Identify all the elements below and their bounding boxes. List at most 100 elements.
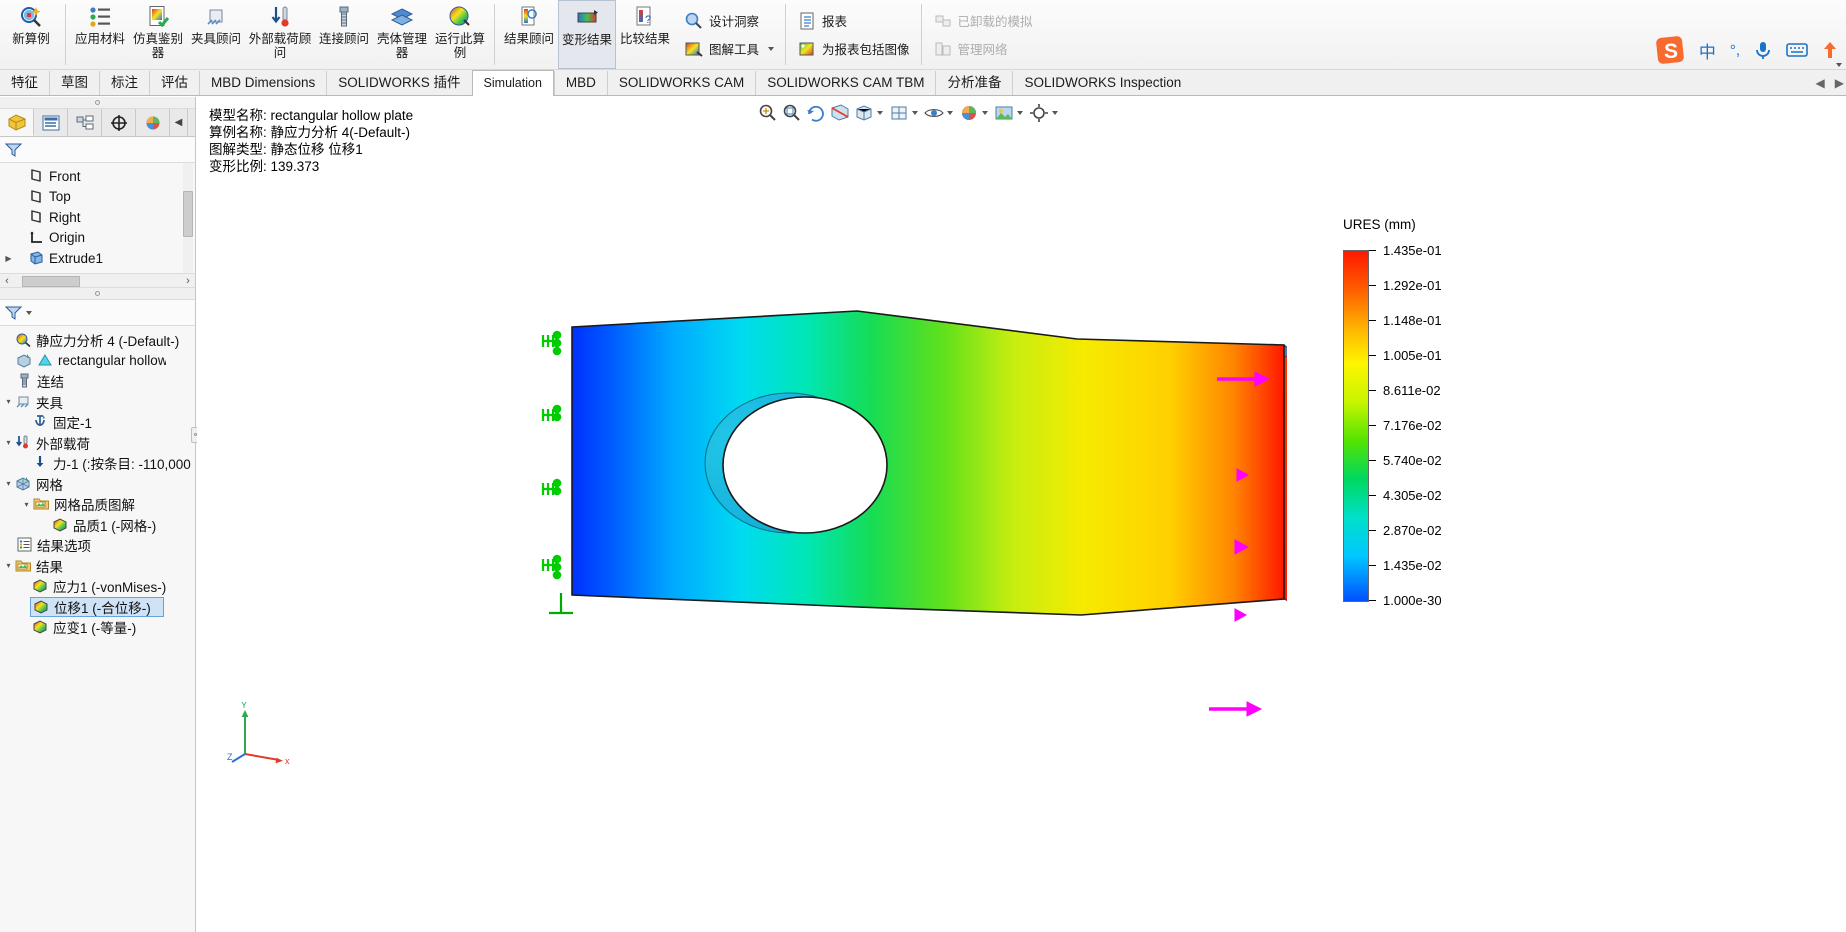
manager-tabs-more[interactable]: ◀ <box>170 109 188 136</box>
tree-item-origin[interactable]: Origin <box>0 228 195 249</box>
manage-network-button[interactable]: 管理网络 <box>927 35 1039 63</box>
include-image-for-report-button[interactable]: 为报表包括图像 <box>791 35 916 63</box>
tab-solidworks-addins[interactable]: SOLIDWORKS 插件 <box>326 71 471 95</box>
tree-item-external-loads[interactable]: ▾ 外部载荷 <box>0 433 195 454</box>
chinese-mode-icon[interactable]: 中 <box>1699 38 1716 63</box>
hide-show-items-icon[interactable] <box>923 102 945 124</box>
zoom-to-area-icon[interactable] <box>781 102 803 124</box>
tab-simulation[interactable]: Simulation <box>472 70 554 96</box>
configuration-manager-tab[interactable] <box>68 109 102 136</box>
twisty-down-icon[interactable]: ▾ <box>20 500 33 509</box>
offloaded-simulation-button[interactable]: 已卸载的模拟 <box>927 7 1039 35</box>
feature-manager-tab[interactable] <box>0 109 34 136</box>
tree-item-right[interactable]: Right <box>0 207 195 228</box>
sogou-logo-icon[interactable]: S <box>1655 35 1685 65</box>
tree-item-mesh-quality-plot-folder[interactable]: ▾ 网格品质图解 <box>0 494 195 515</box>
graphics-area[interactable]: 模型名称: rectangular hollow plate 算例名称: 静应力… <box>197 97 1846 932</box>
feature-filter-row[interactable] <box>0 137 195 163</box>
hscroll-thumb[interactable] <box>22 276 80 287</box>
chevron-down-icon[interactable] <box>912 111 918 115</box>
tree-item-extrude1[interactable]: ▶ Extrude1 <box>0 248 195 269</box>
legend-color-bar[interactable] <box>1343 250 1369 602</box>
tree-item-stress-1[interactable]: 应力1 (-vonMises-) <box>0 576 195 597</box>
chevron-down-icon[interactable] <box>877 111 883 115</box>
feature-tree-hscrollbar[interactable]: ‹ › <box>0 273 195 288</box>
chevron-down-icon[interactable] <box>982 111 988 115</box>
compare-results-button[interactable]: ? 比较结果 <box>616 0 674 69</box>
plot-tools-button[interactable]: 图解工具 <box>678 35 780 63</box>
voice-input-icon[interactable] <box>1754 40 1772 60</box>
toolbox-icon[interactable] <box>1822 41 1838 59</box>
external-loads-advisor-button[interactable]: 外部载荷顾问 <box>245 0 315 69</box>
edit-appearance-icon[interactable] <box>958 102 980 124</box>
tree-item-fixed-1[interactable]: 固定-1 <box>0 412 195 433</box>
feature-manager-tree[interactable]: Front Top <box>0 163 195 273</box>
simulation-study-tree[interactable]: 静应力分析 4 (-Default-) rectangular hollow p… <box>0 326 195 646</box>
tab-sketch[interactable]: 草图 <box>49 71 99 95</box>
chevron-down-icon[interactable] <box>26 311 32 315</box>
tree-item-result-options[interactable]: 结果选项 <box>0 535 195 556</box>
chevron-down-icon[interactable] <box>1052 111 1058 115</box>
view-orientation-icon[interactable] <box>853 102 875 124</box>
apply-scene-icon[interactable] <box>993 102 1015 124</box>
tree-item-static-study[interactable]: 静应力分析 4 (-Default-) <box>0 330 195 351</box>
tree-item-part-body[interactable]: rectangular hollow plate <box>0 351 195 372</box>
new-study-button[interactable]: 新算例 <box>2 0 60 69</box>
zoom-to-fit-icon[interactable] <box>757 102 779 124</box>
tree-item-force-1[interactable]: 力-1 (:按条目: -110,000 <box>0 453 195 474</box>
tree-item-mesh[interactable]: ▾ 网格 <box>0 474 195 495</box>
panel-grip-middle[interactable] <box>0 288 195 300</box>
study-filter-row[interactable] <box>0 300 195 326</box>
apply-material-button[interactable]: 应用材料 <box>71 0 129 69</box>
twisty-down-icon[interactable]: ▾ <box>2 397 15 406</box>
tab-markup[interactable]: 标注 <box>99 71 149 95</box>
collapse-right-icon[interactable]: ▶ <box>1835 76 1844 90</box>
property-manager-tab[interactable] <box>34 109 68 136</box>
tree-item-front[interactable]: Front <box>0 166 195 187</box>
tree-item-fixtures[interactable]: ▾ 夹具 <box>0 392 195 413</box>
twisty-down-icon[interactable]: ▾ <box>2 561 15 570</box>
tab-solidworks-inspection[interactable]: SOLIDWORKS Inspection <box>1012 71 1192 95</box>
chevron-down-icon[interactable] <box>768 47 774 51</box>
tab-evaluate[interactable]: 评估 <box>149 71 199 95</box>
punctuation-mode-icon[interactable]: °, <box>1730 42 1740 59</box>
tree-item-displacement-1[interactable]: 位移1 (-合位移-) <box>30 597 164 618</box>
tab-mbd-dimensions[interactable]: MBD Dimensions <box>199 71 326 95</box>
tab-mbd[interactable]: MBD <box>554 71 607 95</box>
scroll-left-icon[interactable]: ‹ <box>0 275 14 287</box>
results-advisor-button[interactable]: 结果顾问 <box>500 0 558 69</box>
connections-advisor-button[interactable]: 连接顾问 <box>315 0 373 69</box>
tree-item-strain-1[interactable]: 应变1 (-等量-) <box>0 617 195 638</box>
tree-item-results-folder[interactable]: ▾ 结果 <box>0 556 195 577</box>
tab-features[interactable]: 特征 <box>0 71 49 95</box>
tree-item-top[interactable]: Top <box>0 187 195 208</box>
scroll-right-icon[interactable]: › <box>181 275 195 287</box>
tab-analysis-preparation[interactable]: 分析准备 <box>935 71 1012 95</box>
dimxpert-manager-tab[interactable] <box>102 109 136 136</box>
twisty-down-icon[interactable]: ▾ <box>2 479 15 488</box>
shell-manager-button[interactable]: 壳体管理器 <box>373 0 431 69</box>
design-insight-button[interactable]: 设计洞察 <box>678 7 780 35</box>
simulation-evaluator-button[interactable]: 仿真鉴别器 <box>129 0 187 69</box>
soft-keyboard-icon[interactable] <box>1786 42 1808 58</box>
tree-item-quality-1[interactable]: 品质1 (-网格-) <box>0 515 195 536</box>
previous-view-icon[interactable] <box>805 102 827 124</box>
tree-item-connections[interactable]: 连结 <box>0 371 195 392</box>
tab-solidworks-cam[interactable]: SOLIDWORKS CAM <box>607 71 755 95</box>
report-button[interactable]: 报表 <box>791 7 916 35</box>
view-settings-icon[interactable] <box>1028 102 1050 124</box>
run-this-study-button[interactable]: 运行此算例 <box>431 0 489 69</box>
display-style-icon[interactable] <box>888 102 910 124</box>
collapse-left-icon[interactable]: ◀ <box>1816 76 1825 90</box>
chevron-down-icon[interactable] <box>1017 111 1023 115</box>
twisty-right-icon[interactable]: ▶ <box>2 254 15 263</box>
twisty-down-icon[interactable]: ▾ <box>2 438 15 447</box>
feature-tree-scroll-thumb[interactable] <box>183 191 193 237</box>
display-manager-tab[interactable] <box>136 109 170 136</box>
section-view-icon[interactable] <box>829 102 851 124</box>
tab-solidworks-cam-tbm[interactable]: SOLIDWORKS CAM TBM <box>755 71 935 95</box>
chevron-down-icon[interactable] <box>947 111 953 115</box>
panel-grip-top[interactable] <box>0 97 195 109</box>
fea-model-plot[interactable] <box>337 207 1287 767</box>
fixture-advisor-button[interactable]: 夹具顾问 <box>187 0 245 69</box>
